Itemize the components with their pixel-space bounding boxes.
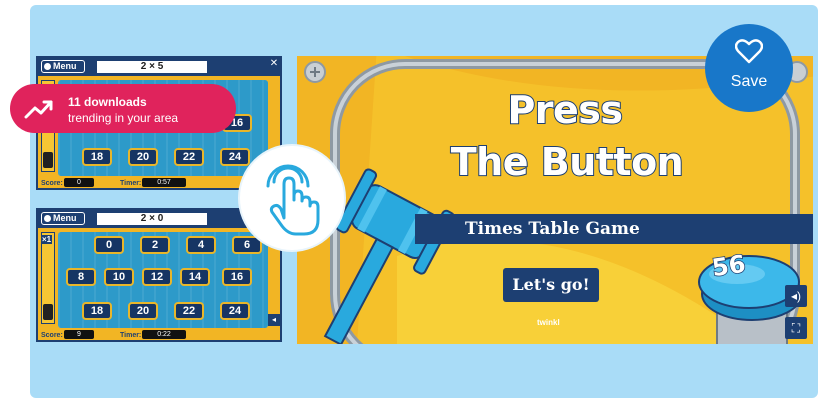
number-button: 14 [180,268,210,286]
trending-subtext: trending in your area [68,111,179,125]
meter-knob [43,304,53,320]
meter-knob [43,152,53,168]
subtitle-banner: Times Table Game [415,214,813,244]
number-button: 24 [220,302,250,320]
question-box: 2 × 5 [96,60,208,74]
timer-label: Timer: [120,332,142,339]
menu-dot-icon [44,63,51,70]
interactive-resource-badge [240,146,344,250]
button-number: 56 [709,249,748,283]
sound-icon: ◂ [268,314,280,326]
number-button: 8 [66,268,96,286]
score-value: 9 [64,330,94,339]
score-value: 0 [64,178,94,187]
downloads-count: 11 downloads [68,95,147,109]
timer-label: Timer: [120,180,142,187]
lets-go-button: Let's go! [503,268,599,302]
menu-button: Menu [41,212,85,225]
timer-value: 0:57 [142,178,186,187]
number-button: 20 [128,302,158,320]
timer-value: 0:22 [142,330,186,339]
score-label: Score: [41,180,63,187]
title-line-1: Press [506,87,624,133]
number-button: 10 [104,268,134,286]
save-button[interactable]: Save [705,24,793,112]
number-button: 18 [82,148,112,166]
number-button: 0 [94,236,124,254]
heart-outline-icon [735,39,763,64]
number-grid: 0 2 4 6 8 10 12 14 16 18 20 22 24 [58,232,268,328]
trending-up-icon [24,100,53,119]
save-label: Save [730,73,768,90]
number-button: 22 [174,148,204,166]
number-button: 12 [142,268,172,286]
menu-button: Menu [41,60,85,73]
number-button: 22 [174,302,204,320]
close-icon: ✕ [268,58,280,70]
title-line-2: The Button [450,139,685,185]
score-label: Score: [41,332,63,339]
menu-dot-icon [44,215,51,222]
trending-badge: 11 downloads trending in your area [10,84,236,133]
number-button: 20 [128,148,158,166]
multiplier-badge: ×1 [41,235,53,244]
number-button: 18 [82,302,112,320]
question-box: 2 × 0 [96,212,208,226]
sound-icon: ◂) [785,285,807,307]
menu-label: Menu [53,213,77,223]
number-button: 4 [186,236,216,254]
number-button: 2 [140,236,170,254]
brand-logo: twinkl [537,318,560,327]
progress-meter: ×1 [41,232,55,324]
menu-label: Menu [53,61,77,71]
number-button: 16 [222,268,252,286]
fullscreen-icon: ⛶ [785,317,807,339]
status-bar: Score: 9 Timer: 0:22 [38,328,280,340]
pointing-hand-icon [266,164,320,236]
